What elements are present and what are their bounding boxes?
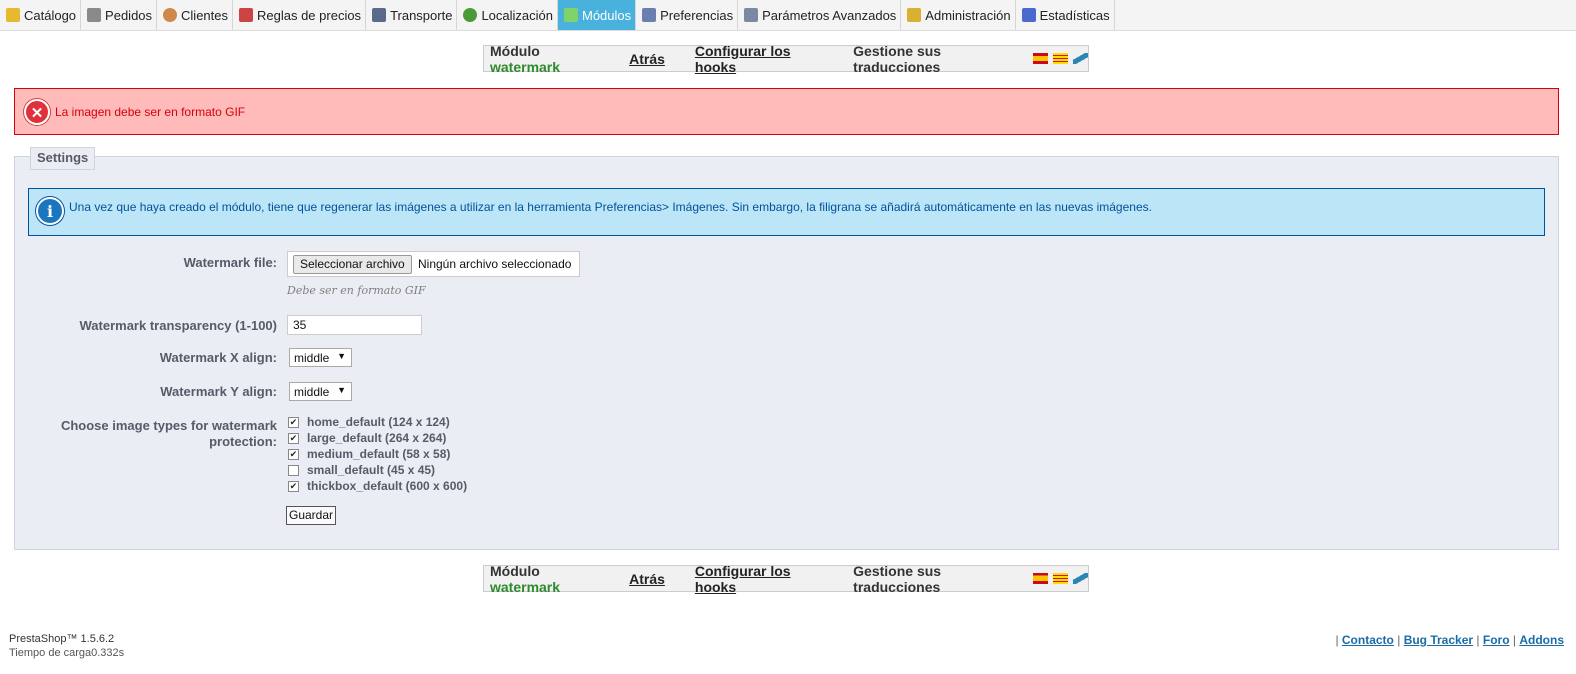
- contact-link[interactable]: Contacto: [1342, 633, 1394, 647]
- translate-feather-icon[interactable]: [1072, 53, 1088, 64]
- y-align-value: middle: [294, 385, 330, 399]
- settings-legend: Settings: [30, 147, 96, 170]
- tab-localizacion[interactable]: Localización: [457, 0, 558, 30]
- tab-modulos[interactable]: Módulos: [558, 0, 637, 30]
- tab-label: Catálogo: [24, 7, 77, 23]
- user-icon: [163, 8, 178, 22]
- watermark-file-label: Watermark file:: [183, 255, 277, 270]
- save-button[interactable]: Guardar: [286, 506, 337, 525]
- manage-translations-label: Gestione sus traducciones: [853, 562, 942, 595]
- tab-label: Localización: [481, 7, 553, 23]
- checkbox-label: large_default (264 x 264): [307, 431, 447, 445]
- load-time-text: Tiempo de carga0.332s: [9, 647, 125, 659]
- info-alert: i Una vez que haya creado el módulo, tie…: [28, 188, 1545, 236]
- chevron-down-icon: ▼: [337, 385, 346, 395]
- file-format-hint: Debe ser en formato GIF: [287, 284, 426, 297]
- tab-label: Transporte: [390, 7, 453, 23]
- y-align-label: Watermark Y align:: [160, 384, 277, 399]
- module-title: Módulo watermark: [490, 43, 607, 75]
- tab-label: Clientes: [181, 7, 228, 23]
- spain-flag-icon[interactable]: [1032, 573, 1048, 584]
- catalonia-flag-icon[interactable]: [1052, 573, 1068, 584]
- error-message: La imagen debe ser en formato GIF: [55, 105, 246, 119]
- checkbox-home-default[interactable]: ✔: [288, 417, 299, 428]
- tab-parametros-avanzados[interactable]: Parámetros Avanzados: [738, 0, 902, 30]
- module-prefix: Módulo: [490, 562, 540, 579]
- file-status: Ningún archivo seleccionado: [418, 257, 572, 271]
- top-nav: Catálogo Pedidos Clientes Reglas de prec…: [0, 0, 1576, 31]
- key-icon: [907, 8, 922, 22]
- info-icon: i: [36, 197, 64, 225]
- checkbox-large-default[interactable]: ✔: [288, 433, 299, 444]
- choose-file-button[interactable]: Seleccionar archivo: [293, 255, 412, 274]
- forum-link[interactable]: Foro: [1483, 633, 1510, 647]
- transparency-input[interactable]: 35: [287, 315, 422, 335]
- x-align-value: middle: [294, 351, 330, 365]
- cart-icon: [87, 8, 102, 22]
- error-x-icon: ✕: [24, 99, 50, 125]
- spain-flag-icon[interactable]: [1032, 53, 1048, 64]
- module-toolbar-top: Módulo watermark Atrás Configurar los ho…: [483, 42, 1089, 75]
- preferences-icon: [642, 8, 657, 22]
- footer-links: | Contacto | Bug Tracker | Foro | Addons: [1335, 633, 1564, 647]
- x-align-select[interactable]: middle ▼: [289, 348, 352, 367]
- bar-chart-icon: [1021, 8, 1036, 22]
- tab-estadisticas[interactable]: Estadísticas: [1016, 0, 1115, 30]
- tab-pedidos[interactable]: Pedidos: [81, 0, 158, 30]
- checkbox-thickbox-default[interactable]: ✔: [288, 481, 299, 492]
- addons-link[interactable]: Addons: [1519, 633, 1564, 647]
- tab-label: Preferencias: [660, 7, 734, 23]
- module-toolbar-bottom: Módulo watermark Atrás Configurar los ho…: [483, 562, 1089, 595]
- module-prefix: Módulo: [490, 42, 540, 59]
- version-text: PrestaShop™ 1.5.6.2: [9, 633, 115, 645]
- watermark-file-input[interactable]: Seleccionar archivo Ningún archivo selec…: [287, 251, 580, 277]
- error-alert: ✕ La imagen debe ser en formato GIF: [14, 88, 1559, 135]
- checkbox-label: small_default (45 x 45): [307, 463, 436, 477]
- checkbox-small-default[interactable]: [288, 465, 299, 476]
- tab-label: Módulos: [582, 7, 632, 23]
- tab-preferencias[interactable]: Preferencias: [636, 0, 739, 30]
- tab-catalogo[interactable]: Catálogo: [0, 0, 82, 30]
- puzzle-icon: [564, 8, 578, 22]
- configure-hooks-link[interactable]: Configurar los hooks: [695, 563, 828, 595]
- globe-icon: [463, 8, 478, 22]
- transparency-label: Watermark transparency (1-100): [79, 318, 278, 333]
- module-title: Módulo watermark: [490, 563, 607, 595]
- bug-tracker-link[interactable]: Bug Tracker: [1404, 633, 1473, 647]
- checkbox-label: thickbox_default (600 x 600): [307, 479, 468, 493]
- wrench-icon: [744, 8, 759, 22]
- translate-feather-icon[interactable]: [1072, 573, 1088, 584]
- image-types-label-line1: Choose image types for watermark: [60, 418, 277, 433]
- tab-label: Parámetros Avanzados: [762, 7, 897, 23]
- tab-transporte[interactable]: Transporte: [366, 0, 458, 30]
- module-name: watermark: [490, 578, 561, 595]
- folder-icon: [6, 8, 20, 22]
- tab-reglas-de-precios[interactable]: Reglas de precios: [233, 0, 367, 30]
- truck-icon: [372, 8, 387, 22]
- tab-label: Estadísticas: [1039, 7, 1110, 23]
- module-name: watermark: [490, 58, 561, 75]
- tab-administracion[interactable]: Administración: [901, 0, 1016, 30]
- catalonia-flag-icon[interactable]: [1052, 53, 1068, 64]
- checkbox-label: home_default (124 x 124): [307, 415, 450, 429]
- footer-info: PrestaShop™ 1.5.6.2 Tiempo de carga0.332…: [9, 633, 124, 659]
- tab-label: Pedidos: [105, 7, 153, 23]
- info-message: Una vez que haya creado el módulo, tiene…: [69, 200, 1152, 214]
- price-tag-icon: [239, 8, 253, 22]
- checkbox-medium-default[interactable]: ✔: [288, 449, 299, 460]
- x-align-label: Watermark X align:: [159, 350, 277, 365]
- manage-translations-label: Gestione sus traducciones: [853, 42, 942, 75]
- back-link[interactable]: Atrás: [629, 51, 665, 67]
- back-link[interactable]: Atrás: [629, 571, 665, 587]
- image-types-label-line2: protection:: [209, 434, 277, 449]
- y-align-select[interactable]: middle ▼: [289, 382, 352, 401]
- configure-hooks-link[interactable]: Configurar los hooks: [695, 43, 828, 75]
- checkbox-label: medium_default (58 x 58): [307, 447, 451, 461]
- chevron-down-icon: ▼: [337, 351, 346, 361]
- tab-label: Reglas de precios: [257, 7, 362, 23]
- tab-label: Administración: [925, 7, 1011, 23]
- tab-clientes[interactable]: Clientes: [157, 0, 233, 30]
